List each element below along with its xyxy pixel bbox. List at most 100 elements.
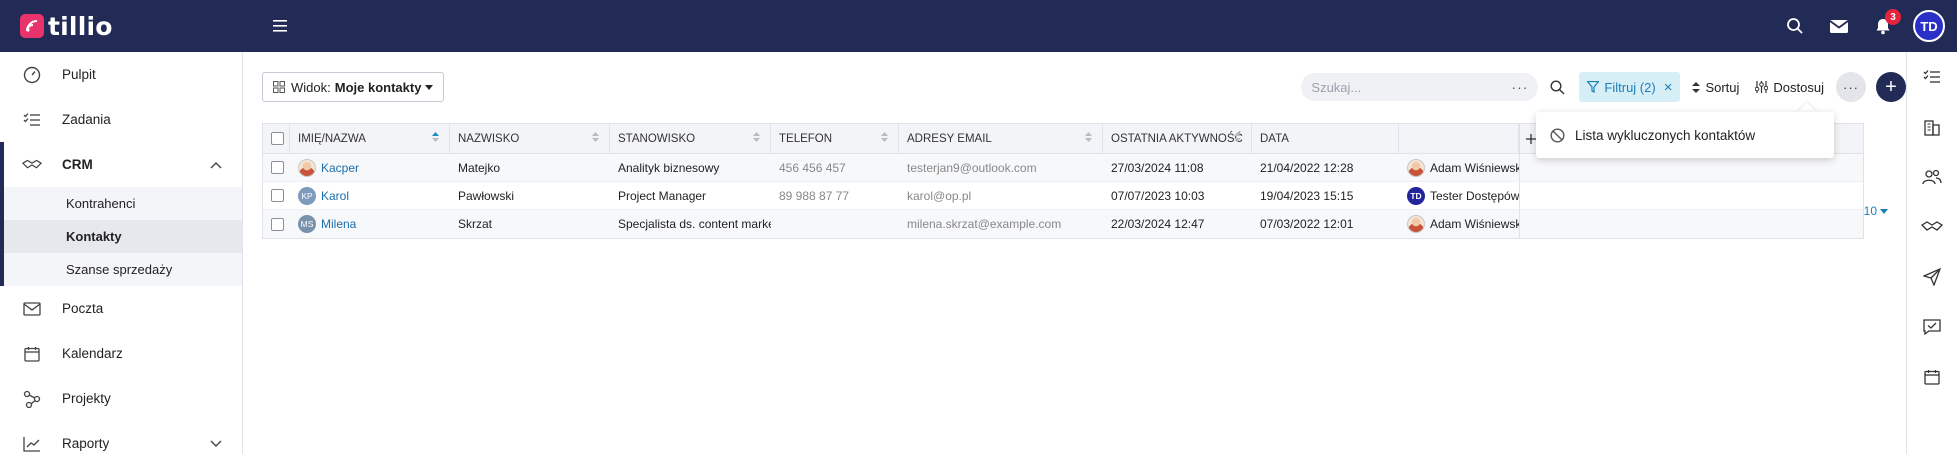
toolbar: ··· Filtruj (2) × Sortuj Dostosuj ··· + bbox=[1301, 72, 1906, 102]
owner-name: Adam Wiśniewski bbox=[1430, 217, 1519, 231]
sort-icon[interactable] bbox=[881, 132, 888, 142]
sort-asc-icon[interactable] bbox=[432, 132, 439, 142]
contact-name-cell: KP Karol bbox=[290, 182, 450, 209]
position-cell: Project Manager bbox=[618, 188, 707, 203]
contact-name-link[interactable]: Milena bbox=[321, 217, 356, 231]
column-header-name[interactable]: Imię/nazwa bbox=[290, 124, 450, 153]
chat-check-icon[interactable] bbox=[1907, 302, 1957, 352]
table-row[interactable]: MS Milena Skrzat Specjalista ds. content… bbox=[263, 210, 1863, 238]
sidebar-subitem-szanse-sprzedazy[interactable]: Szanse sprzedaży bbox=[4, 253, 242, 286]
phone-cell: 456 456 457 bbox=[779, 160, 846, 175]
sort-icon[interactable] bbox=[592, 132, 599, 142]
add-contact-button[interactable]: + bbox=[1876, 72, 1906, 102]
column-header-position[interactable]: Stanowisko bbox=[610, 124, 771, 153]
column-header-surname[interactable]: Nazwisko bbox=[450, 124, 610, 153]
calendar-icon[interactable] bbox=[1907, 352, 1957, 402]
search-input[interactable] bbox=[1311, 79, 1506, 95]
chevron-down-icon[interactable] bbox=[210, 440, 222, 448]
right-toolbar bbox=[1906, 52, 1957, 454]
contact-avatar: MS bbox=[298, 215, 316, 233]
crm-submenu: Kontrahenci Kontakty Szanse sprzedaży bbox=[0, 187, 242, 286]
handshake-icon[interactable] bbox=[1907, 202, 1957, 252]
table-row[interactable]: KP Karol Pawłowski Project Manager 89 98… bbox=[263, 182, 1863, 210]
date-cell: 07/03/2022 12:01 bbox=[1260, 217, 1354, 231]
checklist-icon[interactable] bbox=[1907, 52, 1957, 102]
page-size-value: 10 bbox=[1863, 204, 1877, 218]
phone-cell: 89 988 87 77 bbox=[779, 188, 850, 203]
sidebar-item-raporty[interactable]: Raporty bbox=[0, 421, 242, 466]
column-header-label: Adresy email bbox=[907, 132, 992, 145]
bell-icon[interactable]: 3 bbox=[1861, 9, 1905, 35]
more-options-button[interactable]: ··· bbox=[1836, 72, 1866, 102]
user-avatar[interactable]: TD bbox=[1913, 10, 1945, 42]
more-options-menu: Lista wykluczonych kontaktów bbox=[1536, 112, 1834, 158]
excluded-contacts-menu-item[interactable]: Lista wykluczonych kontaktów bbox=[1575, 128, 1755, 143]
sort-icon bbox=[1692, 81, 1701, 93]
top-bar: tillio 3 TD bbox=[0, 0, 1957, 52]
column-header-label: Nazwisko bbox=[458, 132, 520, 145]
search-options-icon[interactable]: ··· bbox=[1511, 79, 1528, 95]
building-icon[interactable] bbox=[1907, 102, 1957, 152]
email-cell: karol@op.pl bbox=[907, 188, 972, 203]
date-cell: 21/04/2022 12:28 bbox=[1260, 160, 1354, 175]
contact-name-link[interactable]: Karol bbox=[321, 189, 349, 203]
row-checkbox[interactable] bbox=[271, 217, 284, 231]
view-selector-button[interactable]: Widok: Moje kontakty bbox=[262, 72, 445, 102]
logo[interactable]: tillio bbox=[0, 12, 243, 41]
row-checkbox[interactable] bbox=[271, 161, 284, 174]
sort-icon[interactable] bbox=[1085, 132, 1092, 142]
page-size-selector[interactable]: 10 bbox=[1864, 204, 1888, 218]
row-checkbox-cell bbox=[263, 210, 290, 238]
owner-avatar bbox=[1407, 158, 1425, 177]
row-spacer bbox=[1519, 154, 1542, 181]
column-header-label: Data bbox=[1260, 132, 1289, 145]
sidebar-subitem-kontakty[interactable]: Kontakty bbox=[4, 220, 242, 253]
brand-name: tillio bbox=[48, 11, 113, 41]
surname-cell: Matejko bbox=[458, 160, 501, 175]
search-icon[interactable] bbox=[1773, 17, 1817, 35]
sort-icon[interactable] bbox=[753, 132, 760, 142]
customize-button[interactable]: Dostosuj bbox=[1747, 72, 1832, 102]
contact-name-cell: MS Milena bbox=[290, 210, 450, 238]
column-header-phone[interactable]: Telefon bbox=[771, 124, 899, 153]
table-row[interactable]: Kacper Matejko Analityk biznesowy 456 45… bbox=[263, 154, 1863, 182]
send-icon[interactable] bbox=[1907, 252, 1957, 302]
mail-icon bbox=[22, 299, 42, 319]
envelope-icon[interactable] bbox=[1817, 18, 1861, 34]
sort-icon[interactable] bbox=[1234, 132, 1241, 142]
owner-name: Tester Dostępów bbox=[1430, 188, 1519, 203]
contact-name-cell: Kacper bbox=[290, 154, 450, 181]
column-header-last-activity[interactable]: Ostatnia aktywność bbox=[1103, 124, 1252, 153]
menu-toggle-icon[interactable] bbox=[273, 19, 289, 33]
sidebar-item-poczta[interactable]: Poczta bbox=[0, 286, 242, 331]
chevron-up-icon[interactable] bbox=[210, 161, 222, 169]
column-header-email[interactable]: Adresy email bbox=[899, 124, 1103, 153]
column-header-owner[interactable] bbox=[1399, 124, 1519, 153]
last-activity-cell: 22/03/2024 12:47 bbox=[1111, 217, 1205, 231]
column-header-date[interactable]: Data bbox=[1252, 124, 1399, 153]
row-checkbox[interactable] bbox=[271, 189, 284, 202]
sidebar-item-zadania[interactable]: Zadania bbox=[0, 97, 242, 142]
sidebar-item-crm[interactable]: CRM bbox=[0, 142, 242, 187]
sidebar-item-pulpit[interactable]: Pulpit bbox=[0, 52, 242, 97]
owner-avatar bbox=[1407, 215, 1425, 233]
clear-filter-icon[interactable]: × bbox=[1664, 79, 1673, 96]
email-cell: milena.skrzat@example.com bbox=[907, 217, 1062, 231]
sort-button[interactable]: Sortuj bbox=[1684, 72, 1747, 102]
contact-name-link[interactable]: Kacper bbox=[321, 161, 359, 175]
sidebar-item-projekty[interactable]: Projekty bbox=[0, 376, 242, 421]
column-header-label: Stanowisko bbox=[618, 132, 696, 145]
sidebar-subitem-kontrahenci[interactable]: Kontrahenci bbox=[4, 187, 242, 220]
caret-down-icon bbox=[1880, 208, 1888, 214]
view-prefix: Widok: bbox=[291, 79, 331, 95]
calendar-icon bbox=[22, 344, 42, 364]
sidebar-item-kalendarz[interactable]: Kalendarz bbox=[0, 331, 242, 376]
filter-label: Filtruj (2) bbox=[1604, 79, 1656, 95]
contacts-icon[interactable] bbox=[1907, 152, 1957, 202]
date-cell: 19/04/2023 15:15 bbox=[1260, 188, 1354, 203]
row-spacer bbox=[1519, 182, 1542, 209]
search-icon[interactable] bbox=[1544, 79, 1571, 95]
select-all-checkbox[interactable] bbox=[270, 132, 284, 145]
sliders-icon bbox=[1755, 81, 1769, 93]
filter-button[interactable]: Filtruj (2) × bbox=[1579, 72, 1681, 102]
